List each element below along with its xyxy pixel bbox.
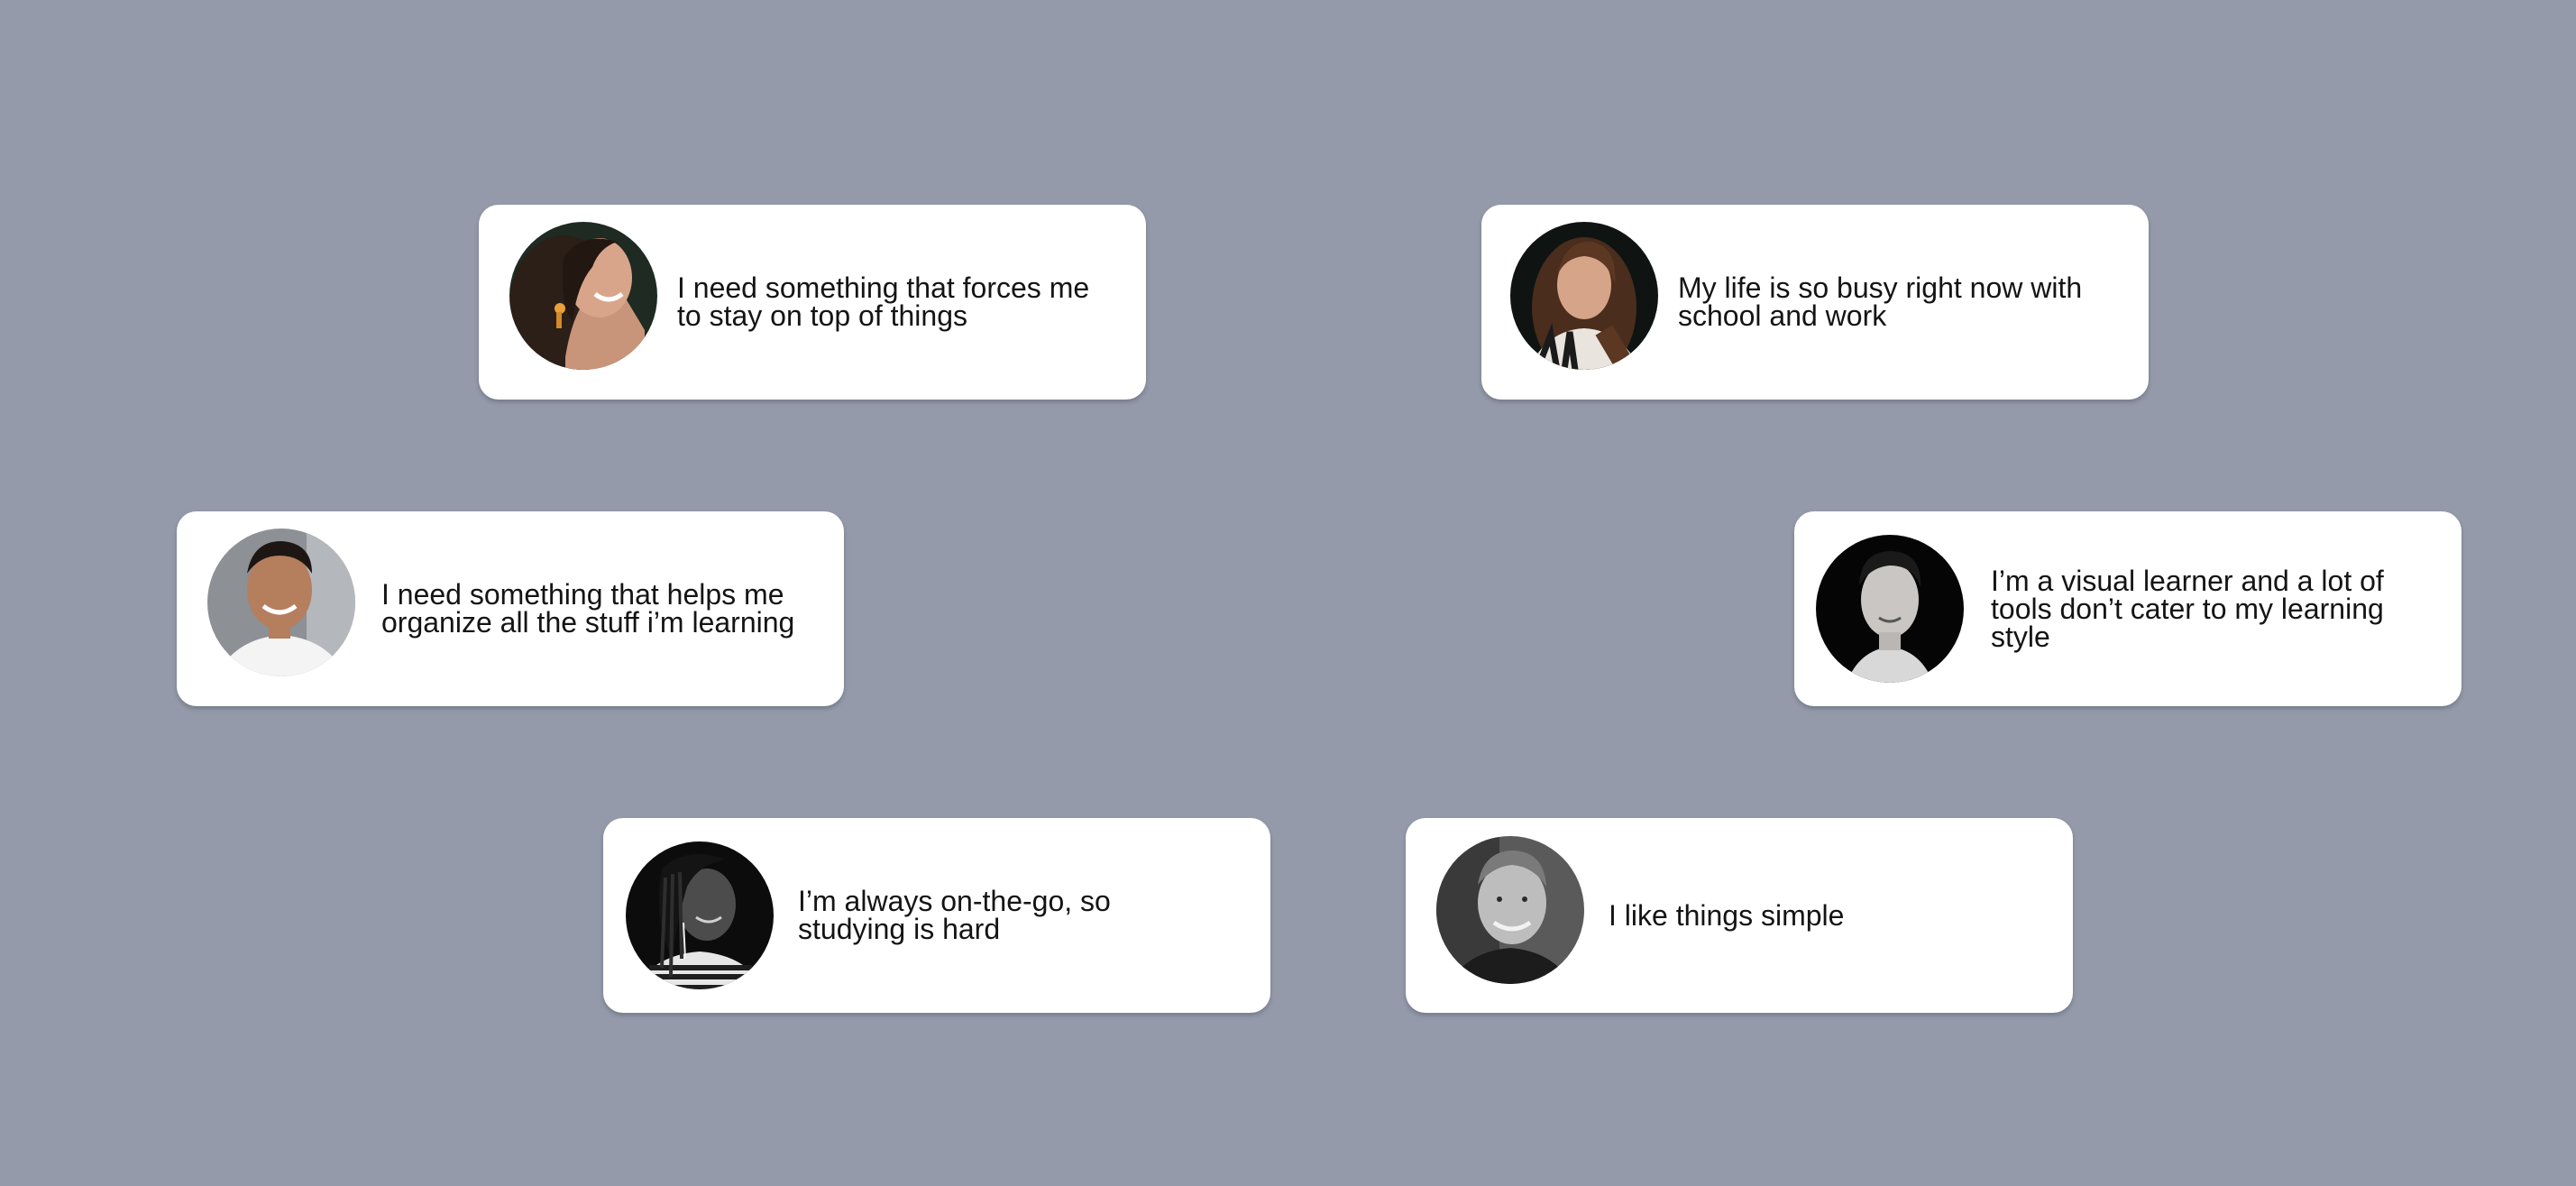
testimonial-quote: I’m a visual learner and a lot of tools d… (1991, 511, 2434, 706)
testimonial-card: My life is so busy right now with school … (1481, 205, 2149, 400)
woman-laughing-avatar (509, 222, 657, 370)
quote-line: I need something that helps me (381, 578, 784, 611)
quote-line: tools don’t cater to my learning (1991, 592, 2384, 625)
woman-earphones-avatar (626, 841, 774, 989)
testimonial-quote: I’m always on-the-go, so studying is hard (798, 818, 1243, 1013)
man-grayscale-avatar (1436, 836, 1584, 984)
testimonial-quote: I need something that helps me organize a… (381, 511, 817, 706)
quote-line: I like things simple (1609, 898, 1845, 932)
testimonial-card: I like things simple (1406, 818, 2073, 1013)
quote-line: I’m always on-the-go, so (798, 885, 1111, 917)
testimonial-card: I need something that forces me to stay o… (479, 205, 1146, 400)
quote-line: school and work (1678, 299, 1887, 332)
page: { "testimonials": [ { "id": "c1", "quote… (0, 0, 2576, 1186)
testimonial-quote: I like things simple (1609, 818, 2046, 1013)
quote-line: My life is so busy right now with (1678, 271, 2083, 304)
man-dark-background-avatar (1816, 535, 1964, 683)
testimonial-card: I’m a visual learner and a lot of tools d… (1794, 511, 2461, 706)
quote-line: style (1991, 620, 2050, 653)
quote-line: I’m a visual learner and a lot of (1991, 564, 2384, 597)
quote-line: to stay on top of things (677, 299, 967, 332)
woman-long-hair-avatar (1510, 222, 1658, 370)
man-smiling-avatar (207, 529, 355, 676)
quote-line: organize all the stuff i’m learning (381, 606, 795, 639)
testimonial-quote: My life is so busy right now with school … (1678, 205, 2122, 400)
quote-line: studying is hard (798, 913, 1001, 945)
testimonial-card: I’m always on-the-go, so studying is hard (603, 818, 1270, 1013)
testimonial-card: I need something that helps me organize a… (177, 511, 844, 706)
quote-line: I need something that forces me (677, 271, 1090, 304)
testimonial-quote: I need something that forces me to stay o… (677, 205, 1119, 400)
